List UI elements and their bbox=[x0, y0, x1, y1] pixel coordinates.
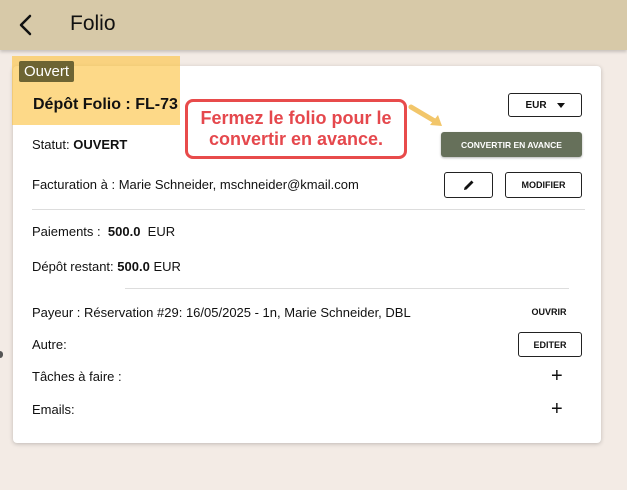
currency-value: EUR bbox=[525, 99, 547, 111]
statut-label: Statut: bbox=[32, 137, 70, 152]
convert-to-advance-button[interactable]: CONVERTIR EN AVANCE bbox=[441, 132, 582, 157]
modifier-button[interactable]: MODIFIER bbox=[505, 172, 582, 198]
ouvrir-button[interactable]: OUVRIR bbox=[525, 303, 573, 321]
payeur-value: Réservation #29: 16/05/2025 - 1n, Marie … bbox=[84, 305, 411, 320]
editer-button[interactable]: EDITER bbox=[518, 332, 582, 357]
app-bar: Folio bbox=[0, 0, 627, 50]
paiements-amount: 500.0 bbox=[107, 224, 141, 239]
payeur-row: Payeur : Réservation #29: 16/05/2025 - 1… bbox=[32, 305, 411, 320]
facturation-text: Facturation à : Marie Schneider, mschnei… bbox=[32, 177, 359, 192]
status-badge: Ouvert bbox=[19, 61, 75, 82]
depot-amount: 500.0 bbox=[117, 259, 150, 274]
page-title: Folio bbox=[70, 12, 116, 35]
depot-label: Dépôt restant: bbox=[32, 259, 114, 274]
edit-billing-button[interactable] bbox=[444, 172, 493, 198]
add-task-plus-icon[interactable]: + bbox=[551, 366, 563, 386]
payeur-label: Payeur : bbox=[32, 305, 81, 320]
paiements-label: Paiements : bbox=[32, 224, 101, 239]
add-email-plus-icon[interactable]: + bbox=[551, 399, 563, 419]
folio-title: Dépôt Folio : FL-73 bbox=[33, 96, 178, 113]
tooltip-callout: Fermez le folio pour le convertir en ava… bbox=[185, 99, 407, 159]
paiements-currency: EUR bbox=[147, 224, 176, 239]
statut-value: OUVERT bbox=[73, 137, 128, 152]
caret-down-icon bbox=[556, 102, 565, 108]
divider bbox=[125, 288, 569, 289]
statut-row: Statut: OUVERT bbox=[32, 137, 127, 152]
paiements-row: Paiements : 500.0 EUR bbox=[32, 224, 175, 239]
pencil-icon bbox=[463, 180, 473, 190]
depot-row: Dépôt restant: 500.0 EUR bbox=[32, 259, 181, 274]
drawer-handle[interactable] bbox=[0, 351, 3, 358]
depot-currency: EUR bbox=[153, 259, 181, 274]
taches-label: Tâches à faire : bbox=[32, 369, 122, 384]
currency-select[interactable]: EUR bbox=[508, 93, 582, 117]
divider bbox=[32, 209, 585, 210]
autre-label: Autre: bbox=[32, 337, 67, 352]
callout-arrow-icon bbox=[408, 104, 442, 126]
back-arrow-icon[interactable] bbox=[14, 12, 40, 38]
emails-label: Emails: bbox=[32, 402, 75, 417]
callout-text: Fermez le folio pour le convertir en ava… bbox=[200, 108, 392, 149]
